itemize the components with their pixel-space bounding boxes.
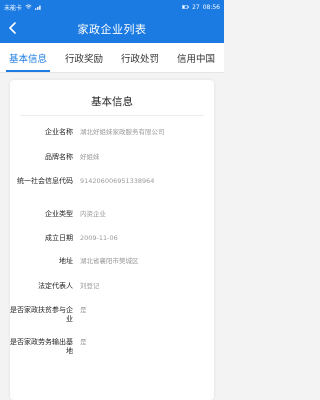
field-row: 成立日期 2009-11-06	[10, 234, 214, 243]
field-value: 是	[80, 338, 87, 346]
tab-credit-china[interactable]: 信用中国	[168, 43, 224, 72]
field-value: 内资企业	[80, 210, 106, 218]
field-row: 法定代表人 刘登记	[10, 282, 214, 291]
field-label: 统一社会信息代码	[17, 177, 73, 185]
status-bar: 未能卡 27 08:56	[0, 0, 224, 14]
field-label: 是否家政劳务输出基地	[10, 338, 73, 355]
field-row: 是否家政劳务输出基地 是	[10, 338, 214, 356]
wifi-icon	[25, 4, 32, 9]
status-right: 27 08:56	[182, 4, 220, 11]
field-row: 品牌名称 好姐妹	[10, 153, 214, 162]
field-value: 好姐妹	[80, 153, 100, 161]
status-left: 未能卡	[4, 3, 182, 12]
field-label: 法定代表人	[38, 282, 73, 290]
app-header: 家政企业列表	[0, 14, 224, 43]
tab-bar: 基本信息 行政奖励 行政处罚 信用中国	[0, 43, 224, 73]
field-value: 湖北好姐妹家政服务有限公司	[80, 128, 165, 136]
card-title: 基本信息	[91, 96, 133, 108]
clock: 08:56	[202, 3, 220, 11]
field-row: 是否家政扶贫参与企业 是	[10, 306, 214, 324]
signal-icon	[35, 5, 41, 10]
page-title: 家政企业列表	[77, 22, 147, 36]
field-label: 是否家政扶贫参与企业	[10, 306, 73, 323]
back-arrow-icon	[9, 22, 16, 34]
field-label: 地址	[59, 257, 73, 265]
field-label: 成立日期	[45, 234, 73, 242]
field-row: 地址 湖北省襄阳市樊城区	[10, 257, 214, 266]
field-label: 企业名称	[45, 128, 73, 136]
field-value: 刘登记	[80, 282, 100, 290]
tab-admin-rewards[interactable]: 行政奖励	[56, 43, 112, 72]
field-row: 企业名称 湖北好姐妹家政服务有限公司	[10, 128, 214, 137]
field-value: 湖北省襄阳市樊城区	[80, 257, 139, 265]
field-label: 企业类型	[45, 210, 73, 218]
battery-icon	[182, 5, 189, 9]
field-row: 企业类型 内资企业	[10, 210, 214, 219]
back-button[interactable]	[4, 19, 22, 37]
field-value: 914206006951338964	[80, 177, 155, 185]
tab-basic-info[interactable]: 基本信息	[0, 43, 56, 72]
field-row: 统一社会信息代码 914206006951338964	[10, 177, 214, 186]
info-card: 基本信息 企业名称 湖北好姐妹家政服务有限公司 品牌名称 好姐妹 统一社会信息代…	[10, 80, 214, 400]
field-label: 品牌名称	[45, 153, 73, 161]
divider	[20, 115, 204, 116]
battery-level: 27	[192, 3, 200, 11]
tab-admin-penalties[interactable]: 行政处罚	[112, 43, 168, 72]
field-value: 2009-11-06	[80, 234, 118, 242]
carrier-label: 未能卡	[4, 4, 23, 12]
field-value: 是	[80, 306, 87, 314]
